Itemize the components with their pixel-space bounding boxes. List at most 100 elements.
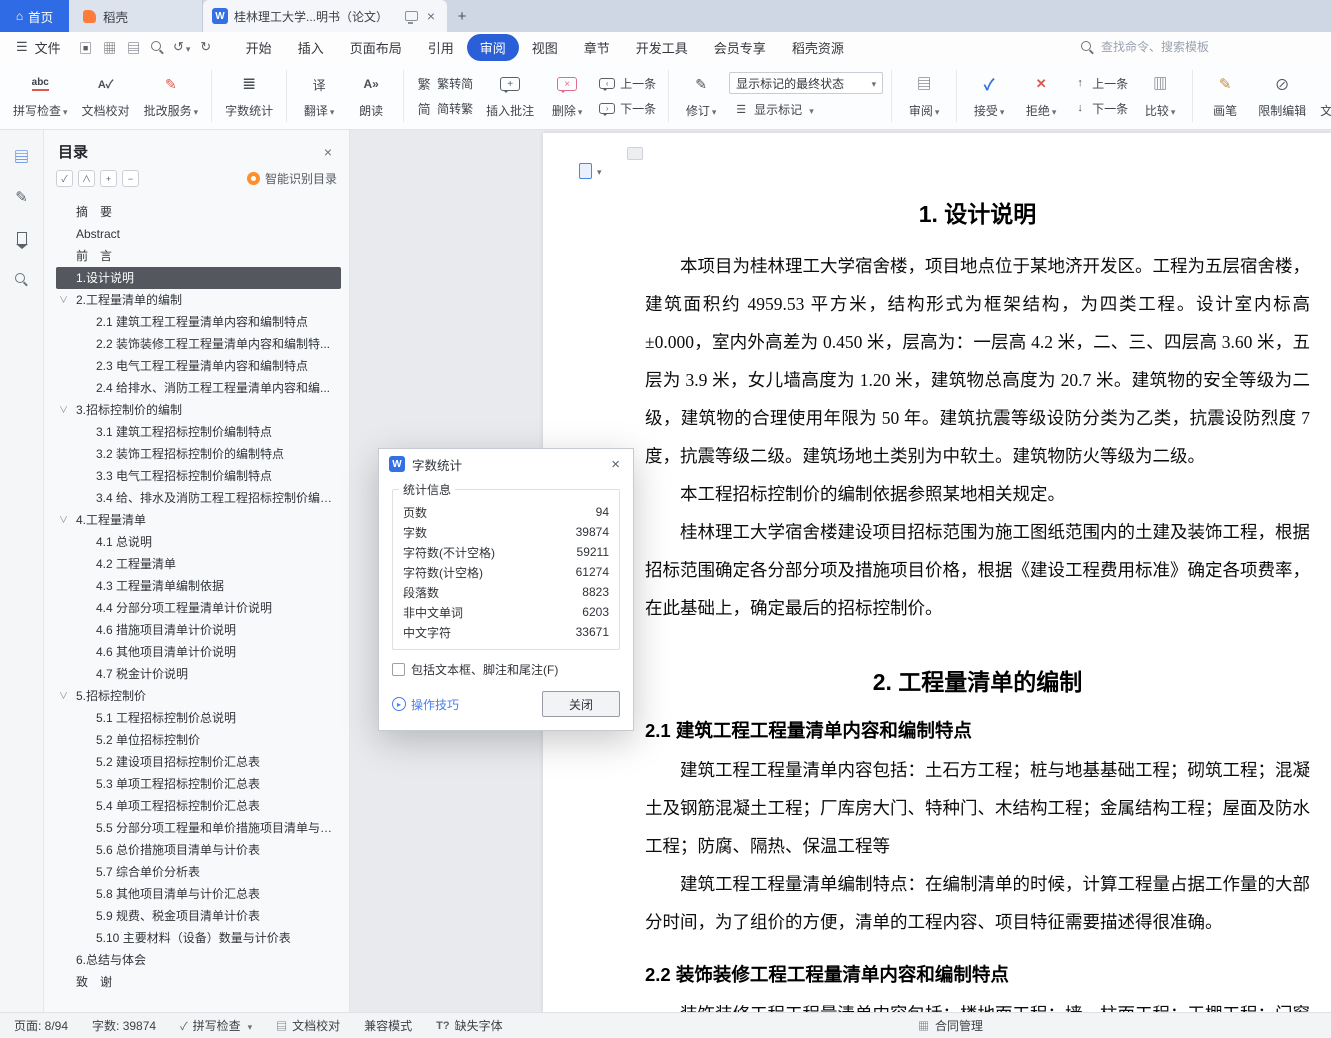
- toc-item[interactable]: ∨ 2.3 电气工程工程量清单内容和编制特点: [56, 355, 341, 377]
- smart-recognize-toc-button[interactable]: 智能识别目录: [246, 170, 337, 187]
- pen-button[interactable]: 画笔: [1201, 68, 1249, 123]
- toc-item[interactable]: ∨ 5.5 分部分项工程量和单价措施项目清单与计...: [56, 817, 341, 839]
- ribbon-tab[interactable]: 插入: [285, 34, 337, 61]
- home-tab[interactable]: ⌂ 首页: [0, 0, 69, 32]
- bookmark-icon[interactable]: [10, 226, 34, 250]
- present-icon[interactable]: [404, 11, 418, 24]
- word-count-indicator[interactable]: 字数: 39874: [92, 1017, 156, 1034]
- redo-button[interactable]: ↻: [195, 36, 217, 58]
- next-comment-button[interactable]: 下一条: [595, 99, 660, 118]
- command-search[interactable]: [1081, 40, 1321, 54]
- ribbon-tab[interactable]: 视图: [519, 34, 571, 61]
- toc-locate-icon[interactable]: ∧: [78, 170, 95, 187]
- toc-item[interactable]: ∨ 3.2 装饰工程招标控制价的编制特点: [56, 443, 341, 465]
- toc-item[interactable]: ∨ 5.9 规费、税金项目清单计价表: [56, 905, 341, 927]
- insert-comment-button[interactable]: 插入批注: [481, 68, 539, 123]
- new-tab-button[interactable]: +: [447, 0, 477, 32]
- translate-button[interactable]: 翻译: [295, 68, 343, 123]
- tips-link[interactable]: 操作技巧: [392, 696, 459, 713]
- toc-item[interactable]: ∨ 5.6 总价措施项目清单与计价表: [56, 839, 341, 861]
- toc-item[interactable]: ∨ 5.招标控制价: [56, 685, 341, 707]
- toc-item[interactable]: ∨ 前 言: [56, 245, 341, 267]
- trad-to-simp-button[interactable]: 繁转简: [412, 74, 477, 93]
- prev-comment-button[interactable]: 上一条: [595, 74, 660, 93]
- toc-item[interactable]: ∨ 3.招标控制价的编制: [56, 399, 341, 421]
- ribbon-tab[interactable]: 页面布局: [337, 34, 415, 61]
- chevron-down-icon[interactable]: ∨: [59, 509, 68, 531]
- toc-item[interactable]: ∨ 3.1 建筑工程招标控制价编制特点: [56, 421, 341, 443]
- toc-item[interactable]: ∨ 4.工程量清单: [56, 509, 341, 531]
- toc-item[interactable]: ∨ 5.7 综合单价分析表: [56, 861, 341, 883]
- next-change-button[interactable]: 下一条: [1069, 99, 1132, 118]
- reject-button[interactable]: 拒绝: [1017, 68, 1065, 123]
- toc-item[interactable]: ∨ 2.4 给排水、消防工程工程量清单内容和编...: [56, 377, 341, 399]
- page-top-control[interactable]: [579, 163, 602, 179]
- chevron-down-icon[interactable]: ∨: [59, 399, 68, 421]
- prev-change-button[interactable]: 上一条: [1069, 74, 1132, 93]
- ribbon-tab[interactable]: 审阅: [466, 33, 519, 61]
- toc-item[interactable]: ∨ 5.1 工程招标控制价总说明: [56, 707, 341, 729]
- print-button[interactable]: ▤: [123, 36, 145, 58]
- close-tab-icon[interactable]: ×: [424, 9, 438, 23]
- search-input[interactable]: [1101, 40, 1251, 54]
- ribbon-tab[interactable]: 开始: [233, 34, 285, 61]
- toc-item[interactable]: ∨ 5.4 单项工程招标控制价汇总表: [56, 795, 341, 817]
- spellcheck-status[interactable]: ✓ 拼写检查: [180, 1017, 252, 1034]
- include-footnotes-checkbox[interactable]: 包括文本框、脚注和尾注(F): [392, 661, 620, 678]
- toc-collapse-all-icon[interactable]: −: [122, 170, 139, 187]
- document-tab[interactable]: 桂林理工大学...明书（论文） ×: [203, 0, 447, 32]
- annotation-icon[interactable]: ✎: [10, 185, 34, 209]
- toc-item[interactable]: ∨ 致 谢: [56, 971, 341, 993]
- toc-item[interactable]: ∨ 3.3 电气工程招标控制价编制特点: [56, 465, 341, 487]
- toc-item[interactable]: ∨ 4.4 分部分项工程量清单计价说明: [56, 597, 341, 619]
- toc-item[interactable]: ∨ 4.7 税金计价说明: [56, 663, 341, 685]
- proofread-status[interactable]: ▤ 文档校对: [276, 1017, 340, 1034]
- restrict-editing-button[interactable]: 限制编辑: [1253, 68, 1311, 123]
- toc-expand-all-icon[interactable]: +: [100, 170, 117, 187]
- toc-item[interactable]: ∨ 2.工程量清单的编制: [56, 289, 341, 311]
- markup-state-select[interactable]: 显示标记的最终状态: [729, 72, 884, 94]
- ribbon-tab[interactable]: 引用: [415, 34, 467, 61]
- doc-permission-button[interactable]: 文档权限: [1315, 68, 1331, 123]
- read-aloud-button[interactable]: 朗读: [347, 68, 395, 123]
- chevron-down-icon[interactable]: ∨: [59, 289, 68, 311]
- toc-item[interactable]: ∨ 3.4 给、排水及消防工程工程招标控制价编制...: [56, 487, 341, 509]
- export-button[interactable]: ▦: [99, 36, 121, 58]
- toc-item[interactable]: ∨ 4.2 工程量清单: [56, 553, 341, 575]
- find-icon[interactable]: [10, 267, 34, 291]
- contract-manage-button[interactable]: ▦ 合同管理: [918, 1017, 983, 1034]
- toc-item[interactable]: ∨ 4.3 工程量清单编制依据: [56, 575, 341, 597]
- ribbon-tab[interactable]: 稻壳资源: [779, 34, 857, 61]
- compat-mode[interactable]: 兼容模式: [364, 1017, 412, 1034]
- ribbon-tab[interactable]: 章节: [571, 34, 623, 61]
- compare-button[interactable]: 比较: [1136, 68, 1184, 123]
- toc-item[interactable]: ∨ 2.2 装饰装修工程工程量清单内容和编制特...: [56, 333, 341, 355]
- review-button[interactable]: 审阅: [900, 68, 948, 123]
- delete-comment-button[interactable]: 删除: [543, 68, 591, 123]
- toc-select-icon[interactable]: ✓: [56, 170, 73, 187]
- chevron-down-icon[interactable]: ∨: [59, 685, 68, 707]
- dialog-title-bar[interactable]: 字数统计 ×: [379, 449, 633, 479]
- outline-panel-icon[interactable]: ▤: [10, 144, 34, 168]
- grading-service-button[interactable]: 批改服务: [139, 68, 204, 123]
- ribbon-tab[interactable]: 开发工具: [623, 34, 701, 61]
- collapsed-mark[interactable]: [627, 147, 643, 160]
- show-markup-button[interactable]: 显示标记: [729, 100, 883, 119]
- store-tab[interactable]: 稻壳: [69, 0, 203, 32]
- toc-item[interactable]: ∨ 5.8 其他项目清单与计价汇总表: [56, 883, 341, 905]
- accept-button[interactable]: 接受: [965, 68, 1013, 123]
- close-panel-icon[interactable]: ×: [321, 145, 335, 159]
- print-preview-button[interactable]: [147, 36, 169, 58]
- ribbon-tab[interactable]: 会员专享: [701, 34, 779, 61]
- close-dialog-button[interactable]: 关闭: [542, 691, 620, 717]
- toc-item[interactable]: ∨ 1.设计说明: [56, 267, 341, 289]
- toc-item[interactable]: ∨ 摘 要: [56, 201, 341, 223]
- track-changes-button[interactable]: 修订: [677, 68, 725, 123]
- toc-item[interactable]: ∨ 6.总结与体会: [56, 949, 341, 971]
- toc-item[interactable]: ∨ 5.10 主要材料（设备）数量与计价表: [56, 927, 341, 949]
- toc-item[interactable]: ∨ 4.6 措施项目清单计价说明: [56, 619, 341, 641]
- missing-font-status[interactable]: T? 缺失字体: [436, 1017, 502, 1034]
- toc-item[interactable]: ∨ Abstract: [56, 223, 341, 245]
- toc-item[interactable]: ∨ 4.1 总说明: [56, 531, 341, 553]
- document-page[interactable]: 1. 设计说明 本项目为桂林理工大学宿舍楼，项目地点位于某地济开发区。工程为五层…: [543, 133, 1331, 1012]
